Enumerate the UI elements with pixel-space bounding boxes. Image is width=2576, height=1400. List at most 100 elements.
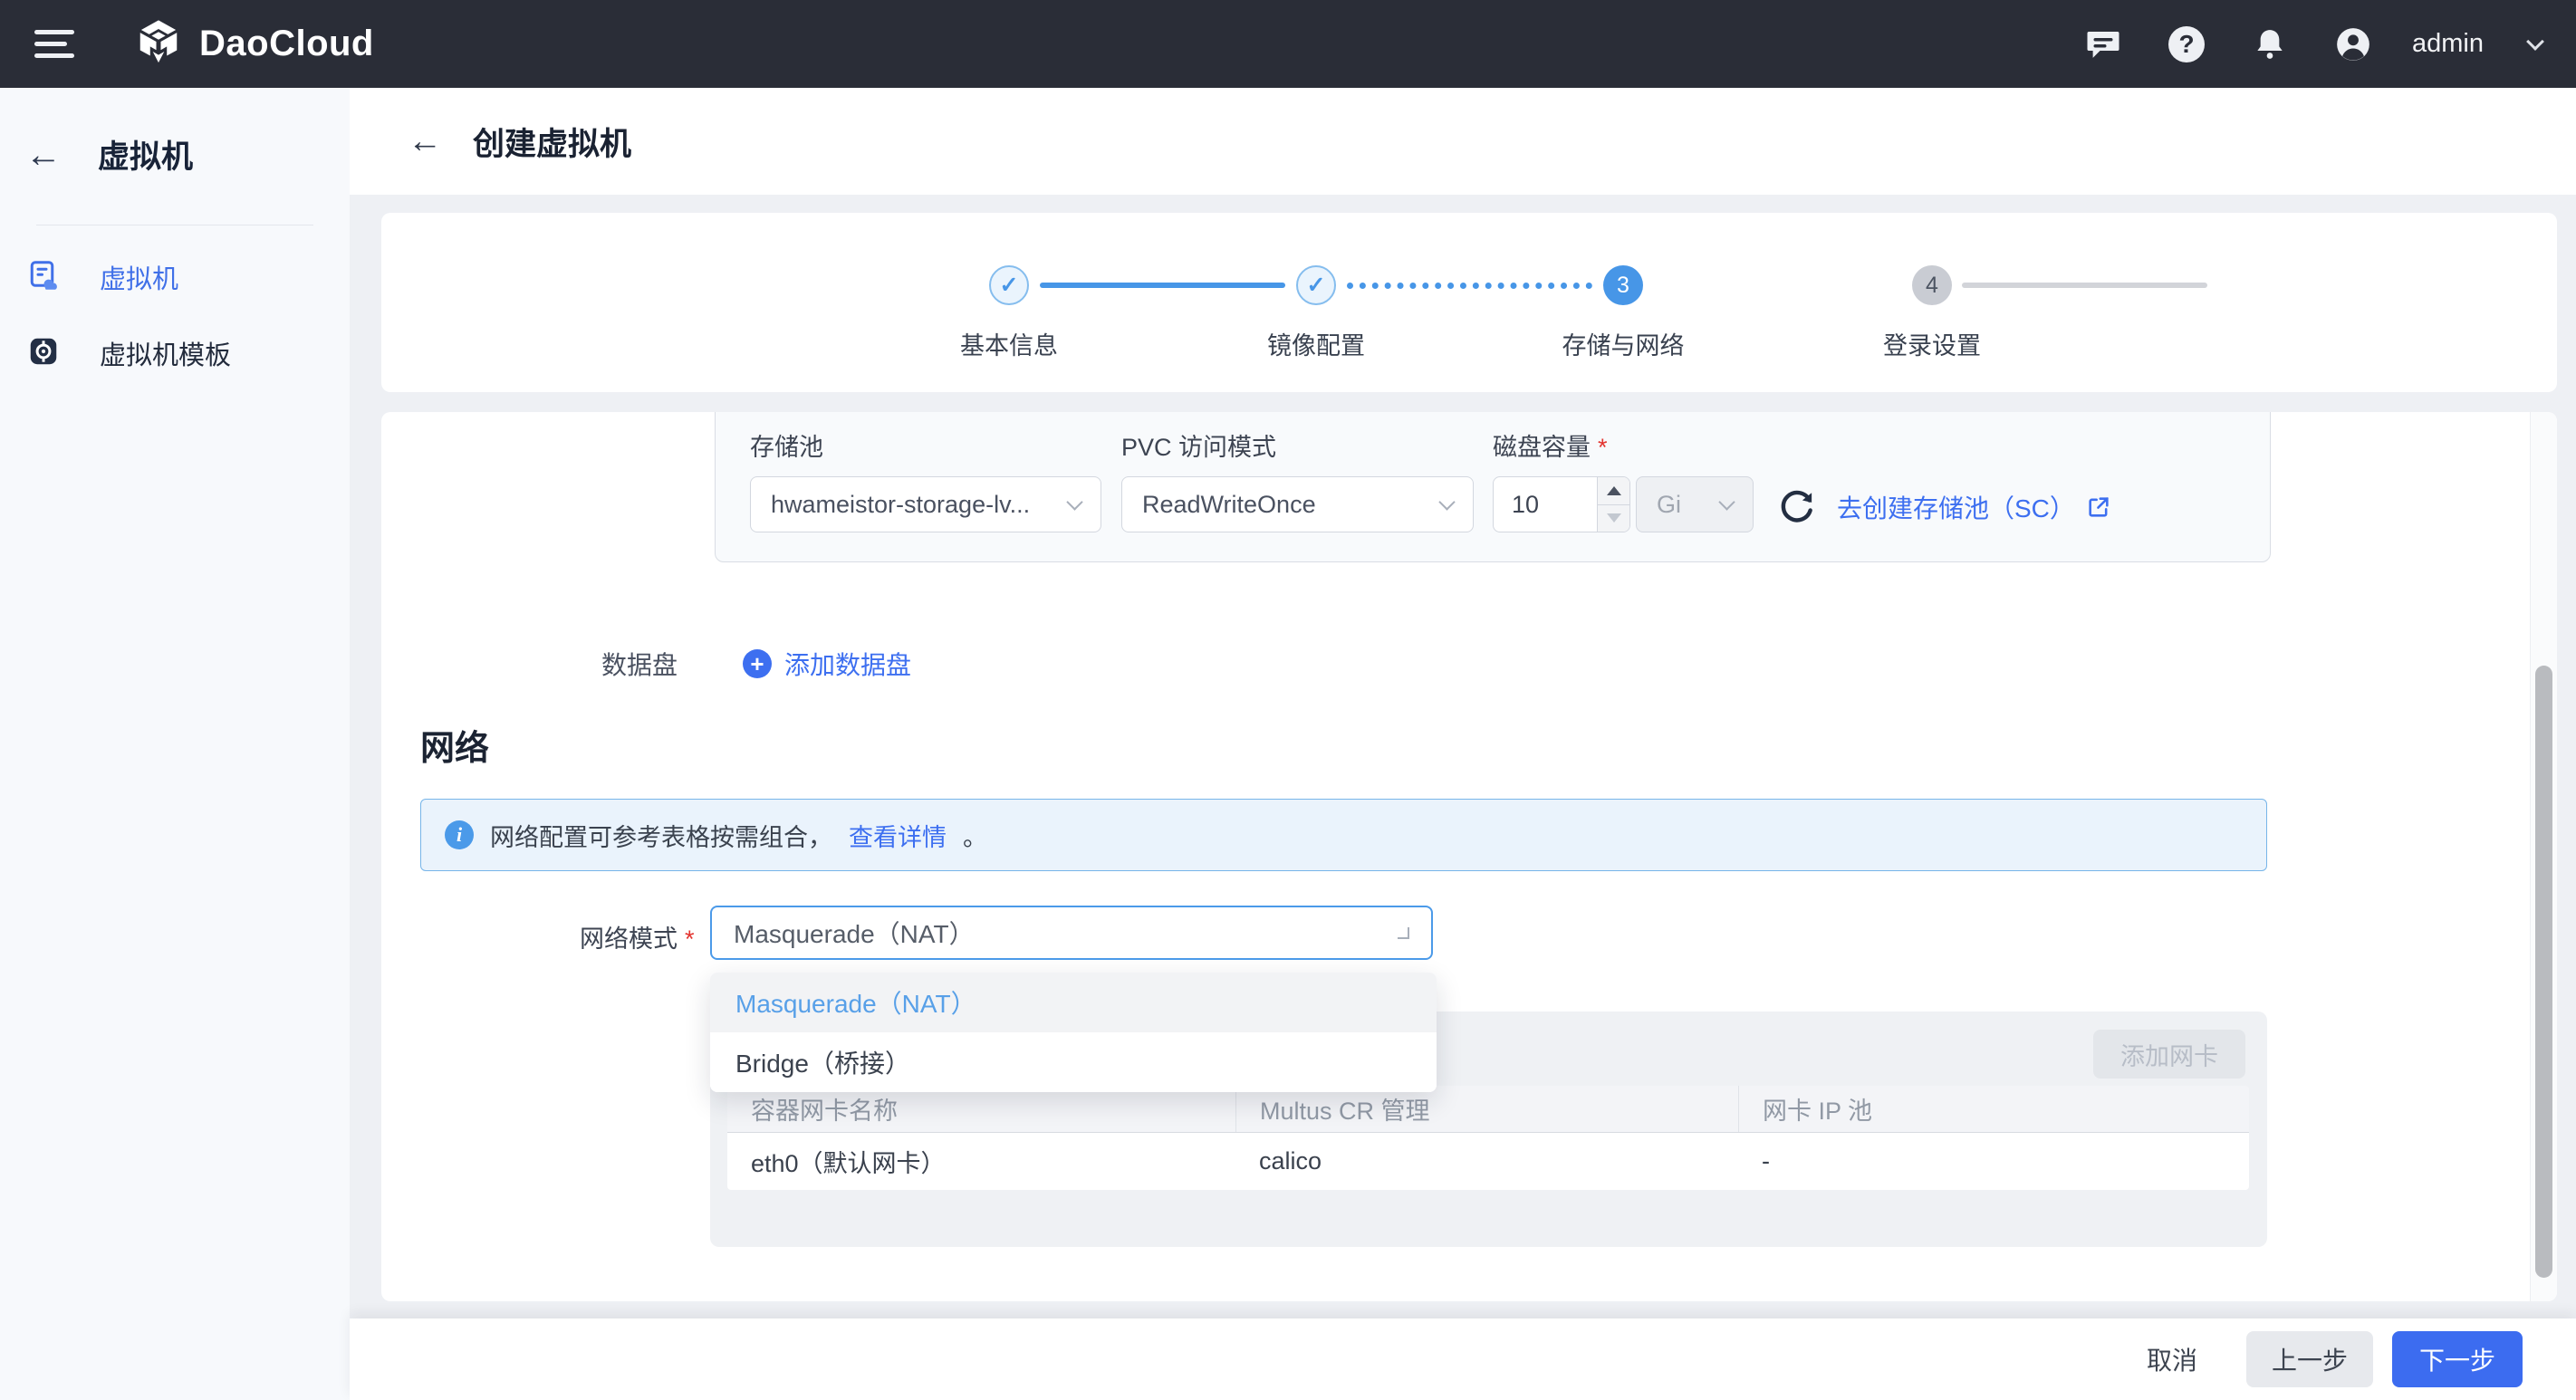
capacity-stepper: [1597, 477, 1629, 532]
pvc-access-mode-value: ReadWriteOnce: [1142, 491, 1316, 519]
wizard-stepper: ✓ ✓ 3 4 基本信息 镜像配置 存储与网络 登录设置: [381, 213, 2557, 392]
cell-multus-cr: calico: [1235, 1133, 1738, 1190]
vertical-scrollbar-track[interactable]: [2530, 412, 2557, 1301]
data-disk-label: 数据盘: [601, 646, 678, 682]
pvc-access-mode-label: PVC 访问模式: [1121, 427, 1276, 463]
plus-circle-icon[interactable]: +: [743, 649, 772, 678]
column-header-multus-cr: Multus CR 管理: [1235, 1086, 1738, 1132]
connector-dotted: [1347, 283, 1592, 289]
system-disk-card: 存储池 PVC 访问模式 磁盘容量* hwameistor-storage-lv…: [715, 412, 2271, 562]
chevron-up-icon: [1398, 927, 1409, 939]
disk-capacity-label: 磁盘容量*: [1493, 427, 1608, 463]
connector-pending: [1962, 283, 2207, 288]
vm-icon: [27, 259, 60, 296]
form-content: 存储池 PVC 访问模式 磁盘容量* hwameistor-storage-lv…: [381, 412, 2557, 1301]
previous-step-button[interactable]: 上一步: [2246, 1331, 2373, 1387]
check-icon: ✓: [1307, 272, 1326, 299]
cell-ip-pool: -: [1738, 1133, 2249, 1190]
triangle-up-icon: [1607, 486, 1621, 495]
sidebar-header: ← 虚拟机: [0, 88, 350, 177]
cell-nic-name: eth0（默认网卡）: [727, 1133, 1235, 1190]
chevron-down-icon: [1438, 494, 1455, 510]
sidebar-item-virtual-machine[interactable]: 虚拟机: [0, 247, 350, 307]
screen: DaoCloud ?: [0, 0, 2576, 1400]
message-icon[interactable]: [2084, 25, 2122, 63]
sidebar-back-button[interactable]: ←: [25, 137, 62, 173]
disk-capacity-value[interactable]: 10: [1494, 477, 1597, 532]
help-icon[interactable]: ?: [2167, 25, 2206, 63]
cancel-button[interactable]: 取消: [2147, 1341, 2197, 1377]
step-2-label: 镜像配置: [1207, 326, 1425, 361]
pvc-access-mode-select[interactable]: ReadWriteOnce: [1121, 476, 1474, 532]
daocloud-logo-icon: [134, 17, 183, 71]
chevron-down-icon: [1718, 494, 1735, 510]
required-asterisk: *: [685, 925, 695, 953]
network-mode-label: 网络模式*: [580, 919, 695, 954]
dropdown-option-masquerade[interactable]: Masquerade（NAT）: [710, 973, 1437, 1032]
table-row: eth0（默认网卡） calico -: [727, 1133, 2249, 1190]
user-name[interactable]: admin: [2412, 29, 2484, 59]
page-header: ← 创建虚拟机: [350, 88, 2576, 195]
capacity-unit-select[interactable]: Gi: [1636, 476, 1754, 532]
capacity-unit-value: Gi: [1657, 491, 1681, 519]
hamburger-menu-icon[interactable]: [34, 23, 74, 65]
topbar-actions: ? admin: [2084, 25, 2542, 63]
storage-pool-value: hwameistor-storage-lv...: [771, 491, 1030, 519]
step-1-circle[interactable]: ✓: [989, 265, 1029, 305]
column-header-ip-pool: 网卡 IP 池: [1738, 1086, 2249, 1132]
dropdown-option-bridge[interactable]: Bridge（桥接）: [710, 1032, 1437, 1092]
sidebar-item-label: 虚拟机: [100, 258, 178, 296]
chevron-down-icon[interactable]: [2526, 33, 2544, 51]
sidebar-item-vm-template[interactable]: 虚拟机模板: [0, 323, 350, 383]
sidebar-title: 虚拟机: [98, 131, 193, 177]
vertical-scrollbar-thumb[interactable]: [2535, 666, 2552, 1278]
check-icon: ✓: [1000, 272, 1019, 299]
disk-capacity-input[interactable]: 10: [1493, 476, 1630, 532]
external-link-icon: [2086, 494, 2111, 520]
stepper-up-button[interactable]: [1598, 477, 1629, 505]
triangle-down-icon: [1607, 513, 1621, 523]
column-header-nic-name: 容器网卡名称: [727, 1086, 1235, 1132]
sidebar: ← 虚拟机 虚拟机: [0, 88, 350, 1400]
notification-bell-icon[interactable]: [2251, 25, 2289, 63]
user-avatar[interactable]: [2334, 25, 2372, 63]
refresh-icon[interactable]: [1777, 485, 1817, 530]
stepper-down-button[interactable]: [1598, 505, 1629, 532]
required-asterisk: *: [1598, 434, 1608, 461]
connector-done: [1040, 283, 1285, 288]
step-3-circle[interactable]: 3: [1603, 265, 1643, 305]
add-nic-button[interactable]: 添加网卡: [2093, 1030, 2245, 1079]
step-2-circle[interactable]: ✓: [1296, 265, 1336, 305]
network-mode-value: Masquerade（NAT）: [734, 915, 975, 951]
step-1-label: 基本信息: [900, 326, 1118, 361]
chevron-down-icon: [1066, 494, 1082, 510]
create-storage-pool-text: 去创建存储池（SC）: [1837, 489, 2075, 525]
create-storage-pool-link[interactable]: 去创建存储池（SC）: [1837, 489, 2111, 525]
next-step-button[interactable]: 下一步: [2392, 1331, 2523, 1387]
storage-pool-select[interactable]: hwameistor-storage-lv...: [750, 476, 1101, 532]
add-data-disk-link[interactable]: 添加数据盘: [784, 646, 911, 682]
data-disk-row: 数据盘 + 添加数据盘: [601, 646, 911, 682]
sidebar-item-label: 虚拟机模板: [100, 334, 231, 372]
page-back-button[interactable]: ←: [408, 124, 442, 158]
topbar: DaoCloud ?: [0, 0, 2576, 88]
step-4-label: 登录设置: [1823, 326, 2041, 361]
nic-table: 容器网卡名称 Multus CR 管理 网卡 IP 池 eth0（默认网卡） c…: [727, 1086, 2249, 1190]
brand-name: DaoCloud: [199, 24, 374, 64]
step-4-circle[interactable]: 4: [1912, 265, 1952, 305]
view-details-link[interactable]: 查看详情: [849, 818, 947, 853]
wizard-footer: 取消 上一步 下一步: [350, 1318, 2576, 1400]
info-icon: i: [445, 820, 474, 849]
nic-table-header: 容器网卡名称 Multus CR 管理 网卡 IP 池: [727, 1086, 2249, 1133]
banner-text: 网络配置可参考表格按需组合，: [490, 818, 832, 853]
vm-template-icon: [27, 335, 60, 372]
network-section-title: 网络: [420, 720, 489, 770]
step-number: 3: [1617, 273, 1629, 299]
network-mode-select[interactable]: Masquerade（NAT）: [710, 906, 1433, 960]
step-3-label: 存储与网络: [1514, 326, 1732, 361]
storage-pool-label: 存储池: [750, 427, 823, 463]
step-number: 4: [1926, 273, 1938, 299]
network-mode-dropdown: Masquerade（NAT） Bridge（桥接）: [710, 973, 1437, 1092]
page-title: 创建虚拟机: [473, 119, 631, 165]
brand: DaoCloud: [134, 17, 374, 71]
